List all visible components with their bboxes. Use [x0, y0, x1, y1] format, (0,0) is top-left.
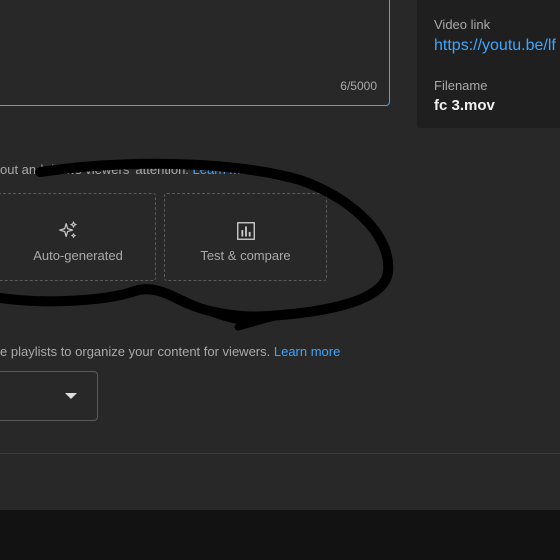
filename-value: fc 3.mov	[434, 97, 495, 114]
video-link[interactable]: https://youtu.be/lf	[434, 37, 556, 55]
description-field[interactable]: 6/5000	[0, 0, 390, 106]
video-link-label: Video link	[434, 17, 491, 32]
bar-chart-icon	[236, 222, 255, 240]
playlist-dropdown[interactable]	[0, 371, 98, 421]
character-counter: 6/5000	[340, 79, 377, 93]
thumbnail-help-label: out and draws viewers' attention.	[0, 162, 193, 177]
sparkle-icon	[59, 221, 77, 238]
auto-generated-thumbnail-button[interactable]: Auto-generated	[0, 193, 156, 281]
test-compare-thumbnail-button[interactable]: Test & compare	[164, 193, 327, 281]
video-info-card: Video link https://youtu.be/lf Filename …	[417, 0, 560, 128]
bottom-bar	[0, 510, 560, 560]
thumbnail-learn-more-link[interactable]: Learn more	[193, 162, 259, 177]
test-compare-label: Test & compare	[200, 248, 291, 263]
playlist-help-label: e playlists to organize your content for…	[0, 344, 274, 359]
playlist-help-text: e playlists to organize your content for…	[0, 344, 340, 359]
page: 6/5000 Video link https://youtu.be/lf Fi…	[0, 0, 560, 560]
playlist-learn-more-link[interactable]: Learn more	[274, 344, 340, 359]
auto-generated-label: Auto-generated	[33, 248, 123, 263]
thumbnail-help-text: out and draws viewers' attention. Learn …	[0, 162, 259, 177]
caret-down-icon	[65, 393, 77, 399]
filename-label: Filename	[434, 78, 488, 93]
section-divider	[0, 453, 560, 454]
